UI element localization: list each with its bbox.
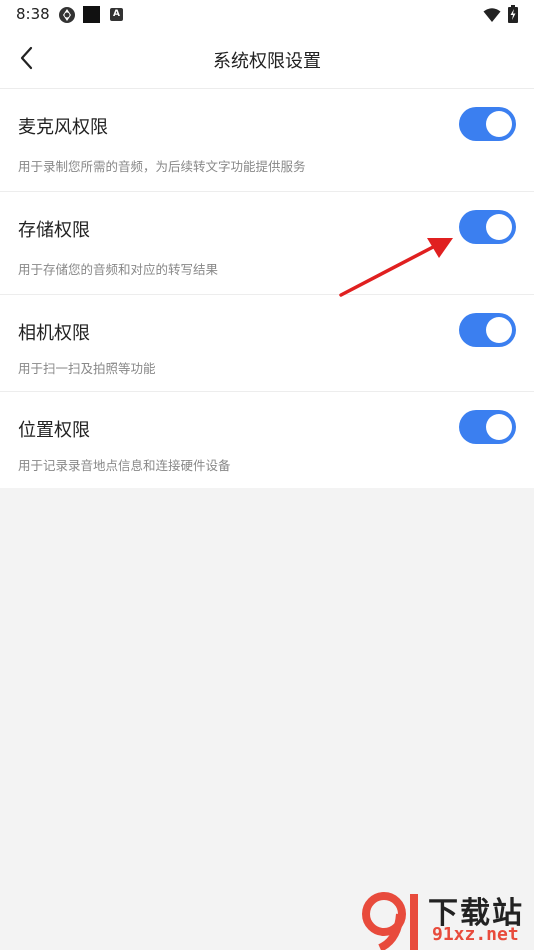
toggle-knob [486, 214, 512, 240]
microphone-toggle[interactable] [459, 107, 516, 141]
status-bar: 8:38 A [0, 0, 534, 28]
permission-title: 存储权限 [18, 220, 90, 241]
permission-item-microphone: 麦克风权限 用于录制您所需的音频，为后续转文字功能提供服务 [0, 89, 534, 192]
toggle-knob [486, 317, 512, 343]
toggle-knob [486, 414, 512, 440]
title-bar: 系统权限设置 [0, 28, 534, 89]
permission-description: 用于扫一扫及拍照等功能 [18, 361, 156, 376]
annotation-arrow-icon [339, 238, 453, 297]
watermark-logo-icon [362, 892, 418, 950]
wifi-icon [483, 8, 501, 22]
permission-title: 相机权限 [18, 323, 90, 344]
storage-toggle[interactable] [459, 210, 516, 244]
permission-description: 用于录制您所需的音频，为后续转文字功能提供服务 [18, 159, 306, 174]
permission-title: 麦克风权限 [18, 117, 108, 138]
a-badge-icon: A [110, 8, 123, 21]
aperture-icon [59, 7, 75, 23]
camera-toggle[interactable] [459, 313, 516, 347]
black-square-icon [83, 6, 100, 23]
watermark: 下载站 91xz.net [360, 888, 534, 950]
battery-charging-icon [508, 5, 518, 23]
permission-description: 用于记录录音地点信息和连接硬件设备 [18, 458, 231, 473]
watermark-bottom-text: 91xz.net [432, 924, 519, 945]
toggle-knob [486, 111, 512, 137]
permission-description: 用于存储您的音频和对应的转写结果 [18, 262, 219, 277]
page-title: 系统权限设置 [213, 51, 321, 72]
permission-title: 位置权限 [18, 420, 90, 441]
permission-item-camera: 相机权限 用于扫一扫及拍照等功能 [0, 295, 534, 392]
location-toggle[interactable] [459, 410, 516, 444]
status-time: 8:38 [16, 5, 50, 23]
permission-item-location: 位置权限 用于记录录音地点信息和连接硬件设备 [0, 392, 534, 488]
